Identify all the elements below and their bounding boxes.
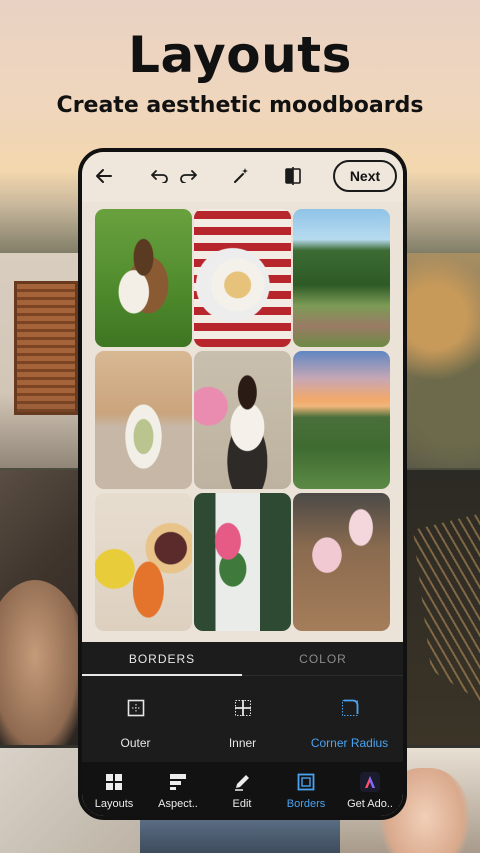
adobe-express-icon [360,772,380,792]
next-button[interactable]: Next [333,160,397,192]
inner-border-button[interactable]: Inner [189,676,296,762]
bg-lounge-photo [0,470,80,745]
collage-photo-dog[interactable] [95,209,192,347]
tab-borders-label: BORDERS [128,652,196,666]
editor-toolbar: Next [82,152,403,202]
compare-icon[interactable] [279,162,307,190]
outer-border-label: Outer [120,736,151,750]
nav-get-adobe-label: Get Ado.. [347,798,393,810]
collage-photo-tea[interactable] [95,351,192,489]
edit-pencil-icon [232,772,252,792]
headline: Layouts [128,26,352,84]
nav-borders[interactable]: Borders [274,762,338,816]
collage-photo-vegetables[interactable] [95,493,192,631]
redo-icon[interactable] [174,162,202,190]
collage-photo-window-flowers[interactable] [194,493,291,631]
phone-frame: Next BORDERS COLOR Outer Inner Corner Ra… [78,148,407,820]
collage-photo-woman[interactable] [194,351,291,489]
collage-photo-drinks[interactable] [293,493,390,631]
bg-palm-photo [404,470,480,745]
collage-canvas[interactable] [82,202,403,642]
nav-get-adobe-express[interactable]: Get Ado.. [338,762,402,816]
tab-color[interactable]: COLOR [243,642,403,676]
magic-wand-icon[interactable] [227,162,255,190]
bottom-nav: Layouts Aspect.. Edit Borders Get Ado.. [82,762,403,816]
border-tools: Outer Inner Corner Radius [82,676,403,762]
bg-portrait-photo [140,818,340,853]
bg-shutter-photo [0,253,80,468]
collage-photo-soup[interactable] [194,209,291,347]
nav-edit[interactable]: Edit [210,762,274,816]
corner-radius-icon [340,698,360,718]
undo-icon[interactable] [146,162,174,190]
inner-border-label: Inner [228,736,257,750]
nav-edit-label: Edit [232,798,252,810]
arrow-left-icon[interactable] [90,162,118,190]
corner-radius-button[interactable]: Corner Radius [296,676,403,762]
aspect-icon [168,772,188,792]
subheadline: Create aesthetic moodboards [56,93,424,118]
layouts-icon [104,772,124,792]
nav-aspect[interactable]: Aspect.. [146,762,210,816]
nav-borders-label: Borders [286,798,326,810]
collage-photo-sunset[interactable] [293,351,390,489]
nav-aspect-label: Aspect.. [158,798,198,810]
nav-layouts[interactable]: Layouts [82,762,146,816]
inner-border-icon [233,698,253,718]
borders-icon [296,772,316,792]
tab-borders[interactable]: BORDERS [82,642,242,676]
tab-color-label: COLOR [299,652,347,666]
corner-radius-label: Corner Radius [310,736,389,750]
nav-layouts-label: Layouts [94,798,134,810]
collage-photo-garden[interactable] [293,209,390,347]
outer-border-icon [126,698,146,718]
panel-tabs: BORDERS COLOR [82,642,403,676]
outer-border-button[interactable]: Outer [82,676,189,762]
bg-forest-photo [404,253,480,468]
